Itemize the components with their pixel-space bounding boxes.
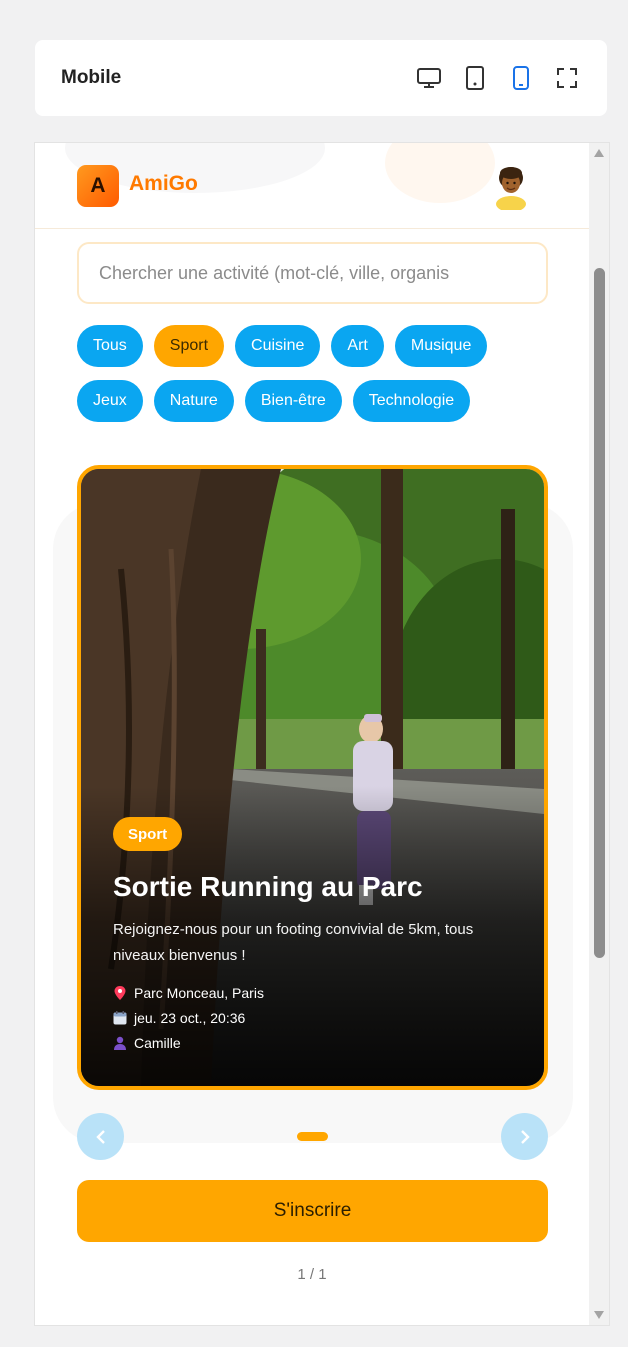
scroll-up-arrow-icon[interactable] (594, 149, 604, 157)
category-chip-musique[interactable]: Musique (394, 325, 488, 367)
card-category-badge: Sport (113, 817, 183, 851)
category-chip-art[interactable]: Art (331, 325, 384, 367)
user-avatar[interactable] (493, 162, 529, 212)
mobile-view-icon[interactable] (507, 64, 535, 92)
brand-name[interactable]: AmiGo (129, 172, 198, 196)
category-chip-jeux[interactable]: Jeux (77, 380, 143, 422)
toolbar-title: Mobile (61, 67, 122, 88)
card-organizer: Camille (113, 1034, 264, 1052)
card-date-text: jeu. 23 oct., 20:36 (134, 1010, 246, 1026)
card-location: Parc Monceau, Paris (113, 984, 264, 1002)
chevron-left-icon (95, 1129, 105, 1144)
scroll-down-arrow-icon[interactable] (594, 1311, 604, 1319)
card-title: Sortie Running au Parc (113, 871, 423, 902)
activity-card[interactable]: Sport Sortie Running au Parc Rejoignez-n… (77, 465, 548, 1090)
category-chip-bien-etre[interactable]: Bien-être (244, 380, 342, 422)
category-chip-nature[interactable]: Nature (153, 380, 234, 422)
category-filters: Tous Sport Cuisine Art Musique Jeux Natu… (77, 325, 557, 422)
pin-icon (113, 986, 127, 1000)
card-organizer-text: Camille (134, 1035, 181, 1051)
chevron-right-icon (520, 1129, 530, 1144)
card-meta: Parc Monceau, Paris jeu. 23 oct., 20:36 … (113, 984, 264, 1052)
carousel-next-button[interactable] (501, 1113, 548, 1160)
preview-toolbar: Mobile (35, 40, 607, 116)
search-input[interactable] (77, 242, 548, 304)
register-button[interactable]: S'inscrire (77, 1180, 548, 1242)
mobile-preview-frame: A AmiGo Tous Sport Cuisine Art Musique J… (34, 142, 610, 1326)
category-chip-sport[interactable]: Sport (153, 325, 225, 367)
category-chip-cuisine[interactable]: Cuisine (235, 325, 321, 367)
category-chip-tous[interactable]: Tous (77, 325, 143, 367)
person-icon (113, 1036, 127, 1050)
calendar-icon (113, 1011, 127, 1025)
app-header: A AmiGo (35, 143, 589, 229)
logo-icon[interactable]: A (77, 165, 119, 207)
carousel-prev-button[interactable] (77, 1113, 124, 1160)
tablet-view-icon[interactable] (461, 64, 489, 92)
view-switcher (415, 64, 581, 92)
card-description: Rejoignez-nous pour un footing convivial… (113, 921, 474, 964)
card-date: jeu. 23 oct., 20:36 (113, 1009, 264, 1027)
desktop-view-icon[interactable] (415, 64, 443, 92)
scrollbar[interactable] (589, 143, 609, 1325)
fullscreen-icon[interactable] (553, 64, 581, 92)
carousel-dot-active[interactable] (297, 1132, 328, 1141)
category-chip-technologie[interactable]: Technologie (352, 380, 471, 422)
page-indicator: 1 / 1 (297, 1266, 327, 1283)
scrollbar-thumb[interactable] (594, 268, 605, 958)
card-location-text: Parc Monceau, Paris (134, 985, 264, 1001)
